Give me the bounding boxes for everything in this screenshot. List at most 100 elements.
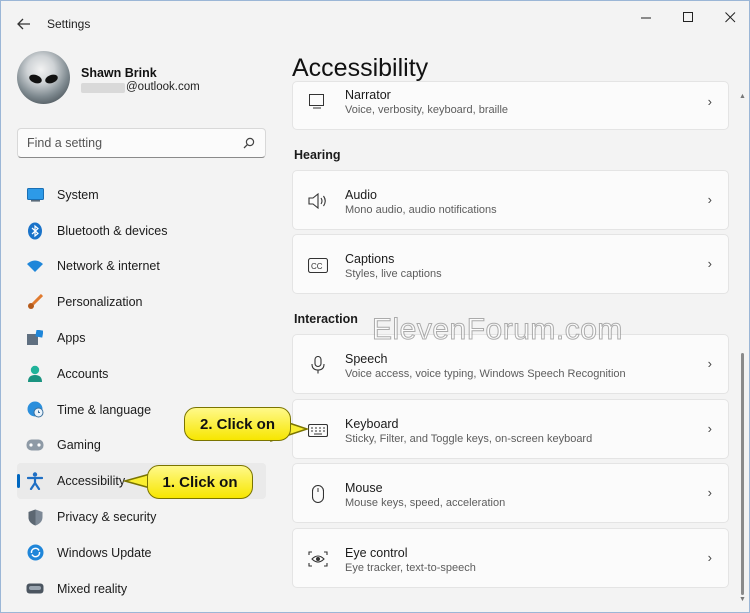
email-redaction: [81, 83, 125, 93]
microphone-icon: [307, 354, 329, 376]
sidebar-nav: System Bluetooth & devices Network & int…: [17, 177, 266, 607]
mouse-icon: [307, 483, 329, 505]
person-icon: [26, 365, 44, 383]
sidebar-item-label: Bluetooth & devices: [57, 223, 168, 238]
back-button[interactable]: [13, 13, 35, 35]
vr-headset-icon: [26, 580, 44, 598]
shield-icon: [26, 508, 44, 526]
keyboard-icon: [307, 419, 329, 441]
minimize-icon: [640, 17, 651, 18]
sidebar-item-network[interactable]: Network & internet: [17, 249, 266, 285]
card-description: Mouse keys, speed, acceleration: [345, 497, 506, 509]
sidebar-item-label: System: [57, 187, 99, 202]
watermark: ElevenForum.com: [372, 313, 623, 347]
card-description: Voice access, voice typing, Windows Spee…: [345, 368, 626, 380]
avatar[interactable]: [17, 51, 70, 104]
card-description: Mono audio, audio notifications: [345, 204, 497, 216]
sidebar-item-label: Accounts: [57, 366, 109, 381]
brush-icon: [26, 293, 44, 311]
selection-indicator: [17, 474, 20, 489]
system-icon: [26, 186, 44, 204]
section-heading-interaction: Interaction: [294, 312, 358, 326]
chevron-right-icon: ›: [707, 485, 712, 500]
chevron-right-icon: ›: [707, 256, 712, 271]
sidebar-item-apps[interactable]: Apps: [17, 320, 266, 356]
scroll-up-icon[interactable]: ▲: [739, 93, 746, 100]
chevron-right-icon: ›: [707, 356, 712, 371]
chevron-right-icon: ›: [707, 192, 712, 207]
search-input[interactable]: Find a setting: [17, 128, 266, 158]
card-title: Keyboard: [345, 417, 399, 431]
chevron-right-icon: ›: [707, 421, 712, 436]
close-icon: [724, 11, 735, 22]
page-title: Accessibility: [292, 54, 429, 82]
wifi-icon: [26, 257, 44, 275]
search-placeholder: Find a setting: [27, 136, 103, 150]
sidebar-item-label: Privacy & security: [57, 510, 157, 525]
accessibility-icon: [26, 472, 44, 491]
captions-card[interactable]: CC Captions Styles, live captions ›: [292, 234, 729, 294]
cc-icon: CC: [307, 254, 329, 276]
sidebar-item-label: Accessibility: [57, 474, 126, 489]
card-title: Captions: [345, 252, 395, 266]
title-bar: Settings: [1, 1, 749, 45]
search-icon: [243, 137, 255, 149]
update-icon: [26, 544, 44, 562]
sidebar-item-windows-update[interactable]: Windows Update: [17, 535, 266, 571]
eye-control-card[interactable]: Eye control Eye tracker, text-to-speech …: [292, 528, 729, 588]
narrator-card[interactable]: Narrator Voice, verbosity, keyboard, bra…: [292, 81, 729, 130]
user-email: @outlook.com: [126, 81, 200, 93]
gamepad-icon: [26, 436, 44, 454]
settings-window: Settings Shawn Brink @outlook.com Find a…: [0, 0, 750, 613]
sidebar-item-mixed-reality[interactable]: Mixed reality: [17, 571, 266, 607]
narrator-icon: [307, 91, 329, 113]
card-description: Voice, verbosity, keyboard, braille: [345, 104, 509, 116]
scroll-thumb[interactable]: [740, 353, 744, 595]
sidebar-item-label: Windows Update: [57, 545, 152, 560]
mouse-card[interactable]: Mouse Mouse keys, speed, acceleration ›: [292, 463, 729, 523]
minimize-button[interactable]: [629, 7, 663, 27]
avatar-eye-icon: [28, 73, 43, 85]
card-title: Mouse: [345, 481, 383, 495]
window-title: Settings: [47, 17, 91, 31]
sidebar-item-label: Mixed reality: [57, 581, 128, 596]
card-title: Eye control: [345, 546, 408, 560]
bluetooth-icon: [26, 222, 44, 240]
back-arrow-icon: [17, 18, 30, 30]
sidebar-item-privacy[interactable]: Privacy & security: [17, 499, 266, 535]
user-name: Shawn Brink: [81, 66, 157, 80]
sidebar-item-label: Network & internet: [57, 259, 160, 274]
callout-step-1: 1. Click on: [147, 465, 253, 499]
sidebar-item-personalization[interactable]: Personalization: [17, 284, 266, 320]
sidebar-item-system[interactable]: System: [17, 177, 266, 213]
audio-card[interactable]: Audio Mono audio, audio notifications ›: [292, 170, 729, 230]
card-title: Speech: [345, 352, 388, 366]
card-description: Styles, live captions: [345, 268, 442, 280]
close-button[interactable]: [713, 7, 747, 27]
maximize-icon: [682, 11, 693, 22]
section-heading-hearing: Hearing: [294, 148, 341, 162]
card-title: Narrator: [345, 88, 391, 102]
svg-text:CC: CC: [311, 262, 323, 271]
globe-clock-icon: [26, 401, 44, 419]
card-description: Eye tracker, text-to-speech: [345, 562, 476, 574]
sidebar-item-label: Apps: [57, 331, 86, 346]
sidebar-item-label: Gaming: [57, 438, 101, 453]
eye-icon: [307, 548, 329, 570]
chevron-right-icon: ›: [707, 550, 712, 565]
sidebar-item-accounts[interactable]: Accounts: [17, 356, 266, 392]
sidebar-item-bluetooth[interactable]: Bluetooth & devices: [17, 213, 266, 249]
apps-icon: [26, 329, 44, 347]
callout-step-2: 2. Click on: [184, 407, 291, 441]
sidebar-item-label: Time & language: [57, 402, 152, 417]
card-description: Sticky, Filter, and Toggle keys, on-scre…: [345, 433, 593, 445]
speaker-icon: [307, 190, 329, 212]
card-title: Audio: [345, 188, 377, 202]
chevron-right-icon: ›: [707, 94, 712, 109]
sidebar-item-label: Personalization: [57, 295, 143, 310]
main-scrollbar[interactable]: ▲ ▼: [739, 93, 746, 603]
keyboard-card[interactable]: Keyboard Sticky, Filter, and Toggle keys…: [292, 399, 729, 459]
scroll-down-icon[interactable]: ▼: [739, 596, 746, 603]
maximize-button[interactable]: [671, 7, 705, 27]
avatar-eye-icon: [44, 73, 59, 85]
